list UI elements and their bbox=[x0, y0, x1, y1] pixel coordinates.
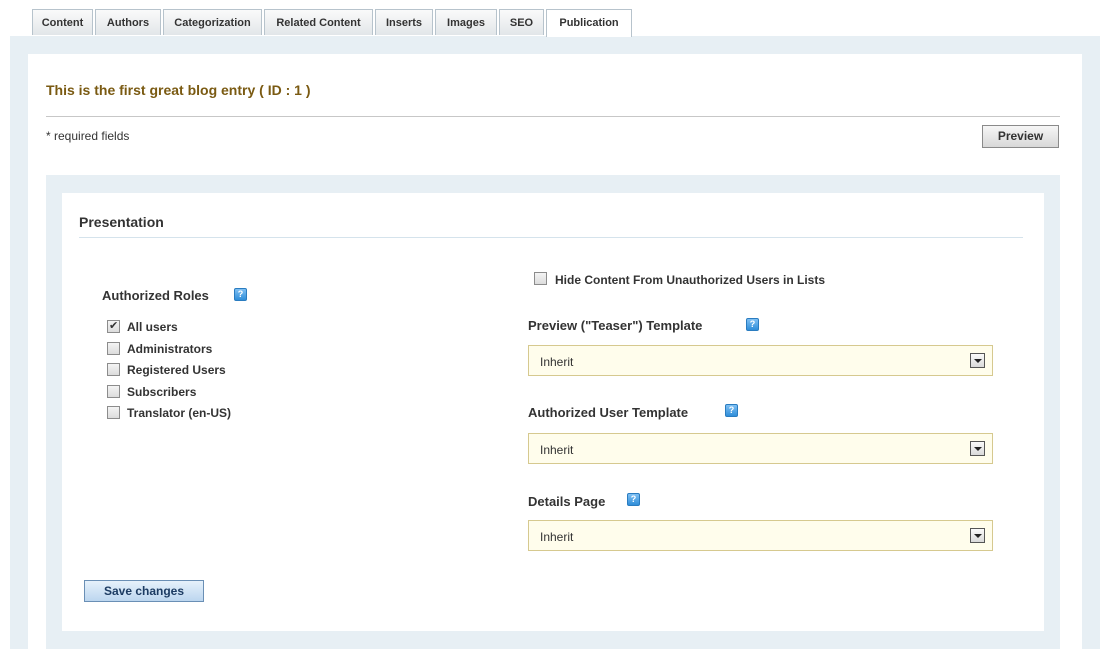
role-label: Administrators bbox=[127, 342, 213, 356]
tab-publication[interactable]: Publication bbox=[546, 9, 632, 37]
title-divider bbox=[46, 116, 1060, 117]
details-page-label: Details Page bbox=[528, 494, 606, 509]
tab-images[interactable]: Images bbox=[435, 9, 497, 35]
role-checkbox-registered-users[interactable] bbox=[107, 363, 120, 376]
tab-content[interactable]: Content bbox=[32, 9, 93, 35]
role-checkbox-administrators[interactable] bbox=[107, 342, 120, 355]
role-checkbox-translator[interactable] bbox=[107, 406, 120, 419]
preview-template-label: Preview ("Teaser") Template bbox=[528, 318, 703, 333]
hide-content-label: Hide Content From Unauthorized Users in … bbox=[555, 273, 826, 287]
authorized-user-template-label: Authorized User Template bbox=[528, 405, 689, 420]
role-checkbox-subscribers[interactable] bbox=[107, 385, 120, 398]
help-icon[interactable]: ? bbox=[234, 288, 247, 301]
required-fields-note: * required fields bbox=[46, 129, 130, 143]
hide-content-checkbox[interactable] bbox=[534, 272, 547, 285]
authorized-user-template-select[interactable]: Inherit bbox=[528, 433, 993, 464]
help-icon[interactable]: ? bbox=[725, 404, 738, 417]
role-checkbox-all-users[interactable] bbox=[107, 319, 120, 333]
tab-inserts[interactable]: Inserts bbox=[375, 9, 433, 35]
preview-template-select[interactable]: Inherit bbox=[528, 345, 993, 376]
select-value: Inherit bbox=[540, 530, 574, 544]
role-label: Subscribers bbox=[127, 385, 197, 399]
select-value: Inherit bbox=[540, 355, 574, 369]
role-label: All users bbox=[127, 320, 178, 334]
chevron-down-icon[interactable] bbox=[970, 528, 985, 543]
tab-authors[interactable]: Authors bbox=[95, 9, 161, 35]
help-icon[interactable]: ? bbox=[746, 318, 759, 331]
role-label: Translator (en-US) bbox=[127, 406, 232, 420]
details-page-select[interactable]: Inherit bbox=[528, 520, 993, 551]
preview-button[interactable]: Preview bbox=[982, 125, 1059, 148]
section-title: Presentation bbox=[79, 214, 164, 230]
chevron-down-icon[interactable] bbox=[970, 353, 985, 368]
role-label: Registered Users bbox=[127, 363, 226, 377]
save-changes-button[interactable]: Save changes bbox=[84, 580, 204, 602]
entry-title: This is the first great blog entry ( ID … bbox=[46, 82, 311, 98]
tab-seo[interactable]: SEO bbox=[499, 9, 544, 35]
tab-related-content[interactable]: Related Content bbox=[264, 9, 373, 35]
section-divider bbox=[79, 237, 1023, 238]
tab-categorization[interactable]: Categorization bbox=[163, 9, 262, 35]
select-value: Inherit bbox=[540, 443, 574, 457]
authorized-roles-label: Authorized Roles bbox=[102, 288, 209, 303]
chevron-down-icon[interactable] bbox=[970, 441, 985, 456]
help-icon[interactable]: ? bbox=[627, 493, 640, 506]
